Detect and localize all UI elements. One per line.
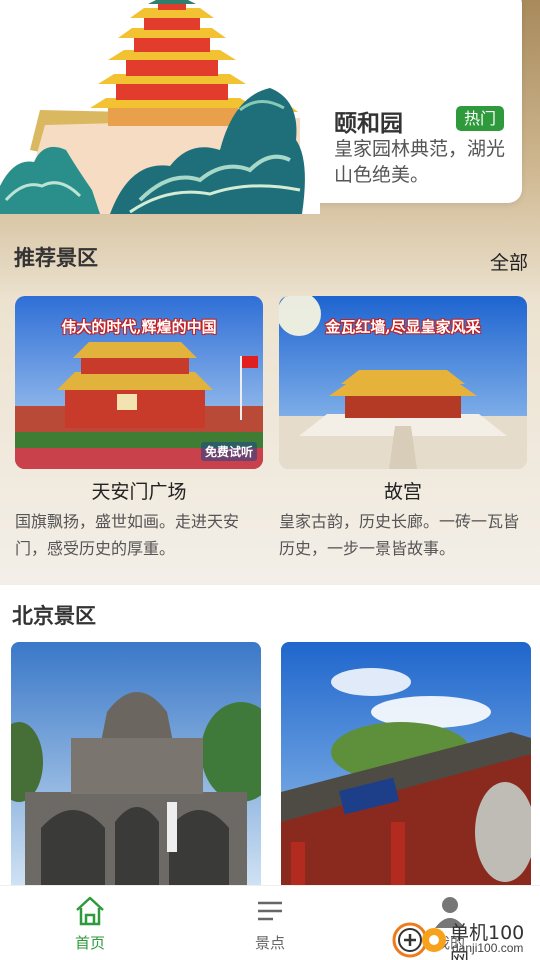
spot-card-tiananmen[interactable]: 伟大的时代,辉煌的中国 免费试听 天安门广场 国旗飘扬，盛世如画。走进天安门，感… [15, 296, 263, 562]
tiananmen-banner: 伟大的时代,辉煌的中国 [61, 318, 217, 336]
recommended-section-title: 推荐景区 [14, 246, 98, 270]
hero-description: 皇家园林典范，湖光山色绝美。 [334, 138, 506, 186]
status-bar: 2:33 [0, 0, 540, 36]
spot-card-forbidden-city[interactable]: 金瓦红墙,尽显皇家风采 故宫 皇家古韵，历史长廊。一砖一瓦皆历史，一步一景皆故事… [279, 296, 527, 562]
status-icons [431, 4, 502, 27]
site-watermark: 单机100网 danji100.com [390, 908, 540, 960]
nav-home[interactable]: 首页 [30, 894, 150, 953]
spot-description: 皇家古韵，历史长廊。一砖一瓦皆历史，一步一景皆故事。 [279, 512, 520, 558]
tiananmen-image: 伟大的时代,辉煌的中国 免费试听 [15, 296, 263, 469]
battery-icon [491, 4, 502, 27]
view-all-link[interactable]: 全部 [490, 248, 528, 275]
signal-icon [463, 8, 481, 26]
hot-badge: 热门 [456, 106, 505, 131]
watermark-logo-icon [392, 922, 446, 958]
nav-spots[interactable]: 景点 [210, 894, 330, 953]
beijing-university-card[interactable] [281, 642, 531, 885]
nav-home-label: 首页 [74, 934, 105, 952]
wifi-icon [431, 8, 453, 25]
beijing-zoo-card[interactable] [11, 642, 261, 885]
nav-spots-label: 景点 [254, 934, 285, 952]
home-icon [76, 896, 104, 926]
forbidden-city-banner: 金瓦红墙,尽显皇家风采 [325, 318, 481, 336]
list-icon [258, 901, 282, 921]
free-trial-badge: 免费试听 [200, 442, 257, 461]
peking-university-photo [281, 642, 531, 885]
beijing-zoo-photo [11, 642, 261, 885]
spot-name: 故宫 [383, 481, 422, 503]
spot-description: 国旗飘扬，盛世如画。走进天安门，感受历史的厚重。 [15, 512, 240, 558]
status-time: 2:33 [14, 6, 51, 27]
forbidden-city-image: 金瓦红墙,尽显皇家风采 [279, 296, 527, 469]
spot-name: 天安门广场 [91, 481, 187, 503]
hero-title: 颐和园 [334, 111, 403, 137]
watermark-url: danji100.com [452, 941, 524, 955]
beijing-section-title: 北京景区 [12, 604, 96, 628]
